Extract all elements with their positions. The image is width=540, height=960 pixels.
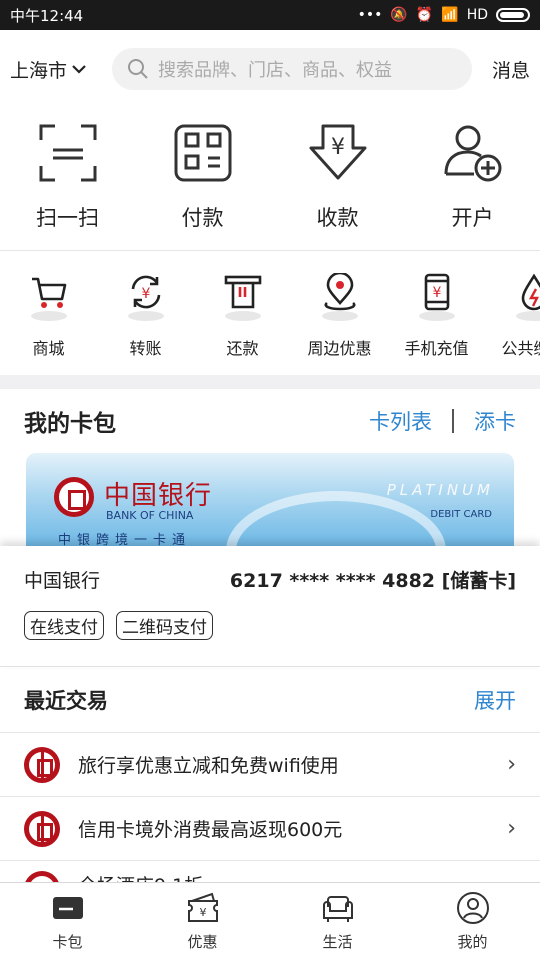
receive-button[interactable]: ¥ 收款 (278, 122, 398, 250)
section-gap (0, 375, 540, 389)
add-user-icon (444, 125, 501, 182)
list-item[interactable]: 旅行享优惠立减和免费wifi使用 › (0, 732, 540, 796)
pay-button[interactable]: 付款 (143, 122, 263, 250)
open-account-button[interactable]: 开户 (413, 122, 533, 250)
sofa-icon (322, 896, 353, 922)
tag-qr-pay: 二维码支付 (116, 611, 213, 640)
card-type: DEBIT CARD (430, 509, 492, 520)
tab-profile-label: 我的 (457, 933, 488, 951)
transactions-title: 最近交易 (24, 688, 108, 713)
utilities-icon (521, 273, 540, 311)
bank-name: 中国银行 (24, 570, 101, 592)
nearby-deals-button[interactable]: 周边优惠 (291, 273, 388, 375)
wifi-icon: 📶 (441, 7, 459, 23)
receive-money-icon: ¥ (309, 124, 366, 180)
scan-label: 扫一扫 (36, 206, 99, 230)
mall-label: 商城 (32, 339, 65, 358)
receive-label: 收款 (316, 206, 359, 230)
coupon-icon: ¥ (187, 892, 218, 922)
card-product-name: 中银跨境一卡通 (58, 533, 192, 546)
card-bank-en: BANK OF CHINA (106, 509, 194, 522)
city-label: 上海市 (10, 59, 68, 82)
tab-wallet-label: 卡包 (52, 933, 83, 951)
open-account-label: 开户 (451, 206, 494, 230)
card-icon (52, 897, 83, 919)
card-list-link[interactable]: 卡列表 (369, 406, 432, 436)
search-input[interactable]: 搜索品牌、门店、商品、权益 (112, 48, 472, 90)
svg-text:¥: ¥ (331, 135, 345, 160)
add-card-link[interactable]: 添卡 (474, 406, 516, 436)
pay-label: 付款 (181, 206, 224, 230)
scan-icon (39, 124, 96, 182)
qr-pay-icon (174, 124, 231, 182)
profile-icon (456, 892, 489, 924)
wallet-title: 我的卡包 (24, 411, 116, 437)
search-icon (128, 59, 148, 79)
card-number: 6217 **** **** 4882 [储蓄卡] (229, 570, 516, 592)
alarm-icon: ⏰ (415, 7, 434, 23)
chevron-down-icon (72, 65, 86, 74)
status-bar: 中午12:44 ••• 🔕 ⏰ 📶 HD (0, 0, 540, 30)
status-time: 中午12:44 (10, 6, 84, 25)
main-actions: 扫一扫 付款 ¥ 收款 开户 (0, 108, 540, 250)
more-icon: ••• (357, 7, 383, 23)
chevron-right-icon: › (507, 752, 516, 777)
network-label: HD (466, 7, 488, 23)
nearby-deals-label: 周边优惠 (307, 339, 372, 358)
tag-online-pay: 在线支付 (24, 611, 104, 640)
bank-card-image[interactable]: 中国银行 BANK OF CHINA 中银跨境一卡通 PLATINUM DEBI… (26, 453, 514, 546)
chevron-right-icon: › (507, 816, 516, 841)
svg-text:¥: ¥ (199, 906, 206, 919)
mall-button[interactable]: 商城 (0, 273, 97, 375)
top-bar: 上海市 搜索品牌、门店、商品、权益 消息 (0, 30, 540, 108)
svg-text:¥: ¥ (432, 285, 441, 301)
tab-profile[interactable]: 我的 (423, 891, 523, 952)
tab-life-label: 生活 (322, 933, 353, 951)
list-item-text: 旅行享优惠立减和免费wifi使用 (78, 755, 339, 777)
utilities-label: 公共缴费 (501, 339, 540, 358)
repay-icon (224, 275, 261, 309)
repay-label: 还款 (226, 339, 259, 358)
phone-recharge-label: 手机充值 (404, 339, 469, 358)
card-tier: PLATINUM (386, 481, 494, 499)
transfer-icon: ¥ (131, 275, 160, 309)
transfer-label: 转账 (129, 339, 162, 358)
tab-wallet[interactable]: 卡包 (18, 891, 118, 952)
repay-button[interactable]: 还款 (194, 273, 291, 375)
message-button[interactable]: 消息 (484, 56, 530, 83)
tab-offers-label: 优惠 (187, 933, 218, 951)
tab-offers[interactable]: ¥ 优惠 (153, 891, 253, 952)
boc-logo (54, 477, 94, 517)
card-info[interactable]: 中国银行 6217 **** **** 4882 [储蓄卡] 在线支付 二维码支… (0, 546, 540, 666)
card-bank-cn: 中国银行 (104, 481, 213, 511)
boc-logo-icon (24, 746, 60, 783)
utilities-button[interactable]: 公共缴费 (485, 273, 540, 375)
tab-bar: 卡包 ¥ 优惠 生活 我的 (0, 882, 540, 960)
city-selector[interactable]: 上海市 (10, 56, 100, 83)
transfer-button[interactable]: ¥ 转账 (97, 273, 194, 375)
search-placeholder: 搜索品牌、门店、商品、权益 (158, 60, 392, 81)
service-row: 商城 ¥ 转账 还款 周边优惠 ¥ 手机充值 公共缴费 (0, 251, 540, 375)
mute-icon: 🔕 (390, 7, 408, 23)
phone-recharge-icon: ¥ (424, 273, 449, 311)
expand-link[interactable]: 展开 (474, 685, 516, 715)
location-icon (323, 273, 356, 311)
transactions-header: 最近交易 展开 (0, 666, 540, 732)
list-item-text: 信用卡境外消费最高返现600元 (78, 819, 343, 841)
cart-icon (31, 277, 66, 308)
scan-button[interactable]: 扫一扫 (8, 122, 128, 250)
tab-life[interactable]: 生活 (288, 891, 388, 952)
card-decoration (226, 491, 446, 546)
separator (452, 409, 454, 433)
wallet-header: 我的卡包 卡列表 添卡 (0, 389, 540, 453)
list-item[interactable]: 信用卡境外消费最高返现600元 › (0, 796, 540, 860)
phone-recharge-button[interactable]: ¥ 手机充值 (388, 273, 485, 375)
battery-icon (496, 8, 530, 22)
svg-text:¥: ¥ (141, 286, 150, 302)
boc-logo-icon (24, 810, 60, 847)
